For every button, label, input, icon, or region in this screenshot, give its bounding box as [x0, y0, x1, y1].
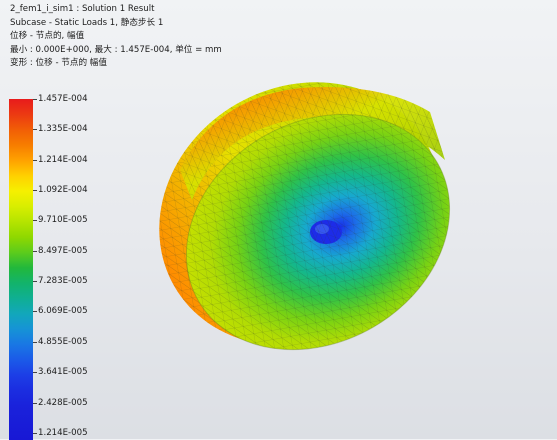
- wheel-hub: [310, 220, 342, 244]
- graphics-viewport[interactable]: [0, 0, 557, 439]
